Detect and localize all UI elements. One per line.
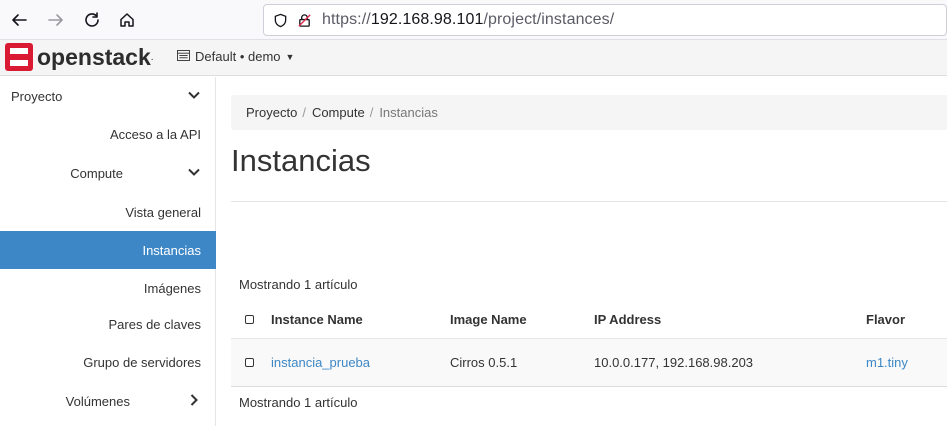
app-header: openstack. Default • demo ▼ [0, 40, 947, 76]
home-button[interactable] [112, 5, 142, 35]
project-switcher[interactable]: Default • demo ▼ [177, 49, 294, 64]
select-all-checkbox[interactable] [245, 315, 254, 325]
project-label: demo [248, 49, 281, 64]
ip-address-cell: 10.0.0.177, 192.168.98.203 [594, 338, 866, 387]
forward-arrow-icon [48, 14, 63, 26]
instance-name-cell: instancia_prueba [271, 338, 450, 387]
shield-icon[interactable] [272, 12, 288, 28]
breadcrumb-proyecto[interactable]: Proyecto [246, 105, 297, 120]
item-count-bottom: Mostrando 1 artículo [239, 395, 358, 410]
chevron-down-icon [188, 168, 200, 176]
sidebar-item-volumenes[interactable]: Volúmenes [0, 382, 216, 420]
item-count-top: Mostrando 1 artículo [239, 277, 358, 292]
domain-label: Default [195, 49, 237, 64]
back-button[interactable] [4, 5, 34, 35]
table-row: instancia_prueba Cirros 0.5.1 10.0.0.177… [231, 338, 947, 387]
page-title: Instancias [231, 143, 371, 178]
openstack-logo-icon [5, 43, 33, 71]
sidebar-item-acceso-api[interactable]: Acceso a la API [0, 115, 216, 153]
table-header-row: Instance Name Image Name IP Address Flav… [231, 302, 947, 339]
openstack-logo[interactable]: openstack. [5, 43, 154, 71]
breadcrumb-separator: / [302, 105, 306, 120]
project-list-icon [177, 49, 190, 64]
sidebar-item-vista-general[interactable]: Vista general [0, 193, 216, 231]
forward-button[interactable] [41, 5, 71, 35]
caret-down-icon: ▼ [285, 51, 295, 62]
separator-dot: • [239, 49, 245, 64]
sidebar-item-grupo-servidores[interactable]: Grupo de servidores [0, 343, 216, 381]
sidebar-item-imagenes[interactable]: Imágenes [0, 269, 216, 307]
instances-table: Instance Name Image Name IP Address Flav… [231, 302, 947, 387]
breadcrumb: Proyecto / Compute / Instancias [231, 95, 947, 130]
main-content: Proyecto / Compute / Instancias Instanci… [216, 77, 947, 426]
chevron-down-icon [188, 91, 200, 99]
chevron-right-icon [190, 394, 198, 406]
col-header-flavor[interactable]: Flavor [866, 302, 947, 339]
breadcrumb-separator: / [369, 105, 374, 120]
lock-warning-icon[interactable] [296, 12, 312, 28]
col-header-instance-name[interactable]: Instance Name [271, 302, 450, 339]
sidebar-item-pares-claves[interactable]: Pares de claves [0, 305, 216, 343]
image-name-cell: Cirros 0.5.1 [450, 338, 594, 387]
col-header-ip-address[interactable]: IP Address [594, 302, 866, 339]
col-header-image-name[interactable]: Image Name [450, 302, 594, 339]
row-checkbox[interactable] [245, 357, 254, 367]
home-icon [120, 13, 134, 27]
sidebar: Proyecto Acceso a la API Compute Vista g… [0, 77, 216, 426]
sidebar-item-compute[interactable]: Compute [0, 154, 216, 192]
flavor-cell: m1.tiny [866, 338, 947, 387]
reload-icon [85, 12, 99, 27]
sidebar-item-instancias[interactable]: Instancias [0, 231, 216, 269]
select-all-cell [231, 302, 271, 339]
back-arrow-icon [12, 14, 27, 26]
breadcrumb-compute[interactable]: Compute [312, 105, 365, 120]
reload-button[interactable] [77, 5, 107, 35]
flavor-link[interactable]: m1.tiny [866, 355, 908, 370]
sidebar-item-proyecto[interactable]: Proyecto [0, 77, 216, 115]
instance-name-link[interactable]: instancia_prueba [271, 355, 370, 370]
address-bar[interactable]: https://192.168.98.101/project/instances… [263, 4, 947, 36]
browser-toolbar: https://192.168.98.101/project/instances… [0, 0, 947, 40]
title-divider [231, 201, 947, 202]
breadcrumb-instancias: Instancias [379, 105, 438, 120]
row-select-cell [231, 338, 271, 387]
url-text: https://192.168.98.101/project/instances… [322, 11, 615, 28]
